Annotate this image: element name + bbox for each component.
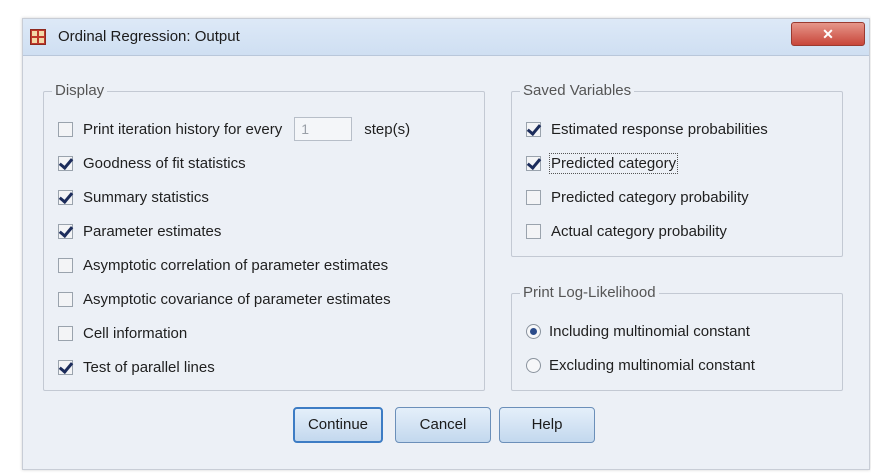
steps-suffix-label: step(s) (364, 120, 411, 138)
saved-variables-group: Saved Variables Estimated response proba… (511, 82, 843, 257)
asymptotic-covariance-checkbox[interactable] (58, 291, 73, 307)
parameter-estimates-label: Parameter estimates (83, 222, 222, 240)
goodness-of-fit-label: Goodness of fit statistics (83, 154, 246, 172)
ordinal-regression-output-dialog: Ordinal Regression: Output ✕ Display Pri… (22, 18, 870, 470)
predicted-category-checkbox[interactable] (526, 155, 541, 171)
excluding-constant-option[interactable]: Excluding multinomial constant (526, 354, 755, 376)
log-likelihood-legend: Print Log-Likelihood (520, 284, 659, 301)
predicted-probability-checkbox[interactable] (526, 189, 541, 205)
asymptotic-covariance-label: Asymptotic covariance of parameter estim… (83, 290, 391, 308)
including-constant-label: Including multinomial constant (549, 322, 750, 340)
parameter-estimates-checkbox[interactable] (58, 223, 73, 239)
parameter-estimates-option[interactable]: Parameter estimates (58, 220, 221, 242)
goodness-of-fit-checkbox[interactable] (58, 155, 73, 171)
cancel-button[interactable]: Cancel (395, 407, 491, 443)
estimated-response-label: Estimated response probabilities (551, 120, 768, 138)
predicted-category-label: Predicted category (548, 152, 679, 174)
help-button[interactable]: Help (499, 407, 595, 443)
excluding-constant-radio[interactable] (526, 357, 541, 373)
iteration-history-option[interactable]: Print iteration history for every step(s… (58, 117, 411, 141)
continue-button[interactable]: Continue (293, 407, 383, 443)
predicted-probability-label: Predicted category probability (551, 188, 749, 206)
asymptotic-covariance-option[interactable]: Asymptotic covariance of parameter estim… (58, 288, 391, 310)
goodness-of-fit-option[interactable]: Goodness of fit statistics (58, 152, 246, 174)
app-grid-icon (30, 29, 46, 45)
title-bar: Ordinal Regression: Output ✕ (23, 19, 869, 56)
asymptotic-correlation-label: Asymptotic correlation of parameter esti… (83, 256, 389, 274)
parallel-lines-option[interactable]: Test of parallel lines (58, 356, 215, 378)
asymptotic-correlation-option[interactable]: Asymptotic correlation of parameter esti… (58, 254, 388, 276)
estimated-response-option[interactable]: Estimated response probabilities (526, 118, 768, 140)
close-button[interactable]: ✕ (791, 22, 865, 46)
parallel-lines-label: Test of parallel lines (83, 358, 215, 376)
summary-statistics-option[interactable]: Summary statistics (58, 186, 209, 208)
estimated-response-checkbox[interactable] (526, 121, 541, 137)
parallel-lines-checkbox[interactable] (58, 359, 73, 375)
actual-probability-option[interactable]: Actual category probability (526, 220, 727, 242)
iteration-steps-input[interactable] (294, 117, 353, 141)
iteration-history-label: Print iteration history for every (83, 120, 283, 138)
including-constant-radio[interactable] (526, 323, 541, 339)
excluding-constant-label: Excluding multinomial constant (549, 356, 755, 374)
display-group: Display Print iteration history for ever… (43, 82, 485, 391)
cell-information-option[interactable]: Cell information (58, 322, 187, 344)
log-likelihood-group: Print Log-Likelihood Including multinomi… (511, 284, 843, 391)
predicted-category-option[interactable]: Predicted category (526, 152, 679, 174)
saved-variables-legend: Saved Variables (520, 82, 635, 99)
display-legend: Display (52, 82, 108, 99)
actual-probability-checkbox[interactable] (526, 223, 541, 239)
actual-probability-label: Actual category probability (551, 222, 727, 240)
cell-information-checkbox[interactable] (58, 325, 73, 341)
asymptotic-correlation-checkbox[interactable] (58, 257, 73, 273)
predicted-probability-option[interactable]: Predicted category probability (526, 186, 749, 208)
cell-information-label: Cell information (83, 324, 188, 342)
summary-statistics-checkbox[interactable] (58, 189, 73, 205)
window-title: Ordinal Regression: Output (58, 28, 240, 45)
iteration-history-checkbox[interactable] (58, 121, 73, 137)
including-constant-option[interactable]: Including multinomial constant (526, 320, 750, 342)
summary-statistics-label: Summary statistics (83, 188, 209, 206)
